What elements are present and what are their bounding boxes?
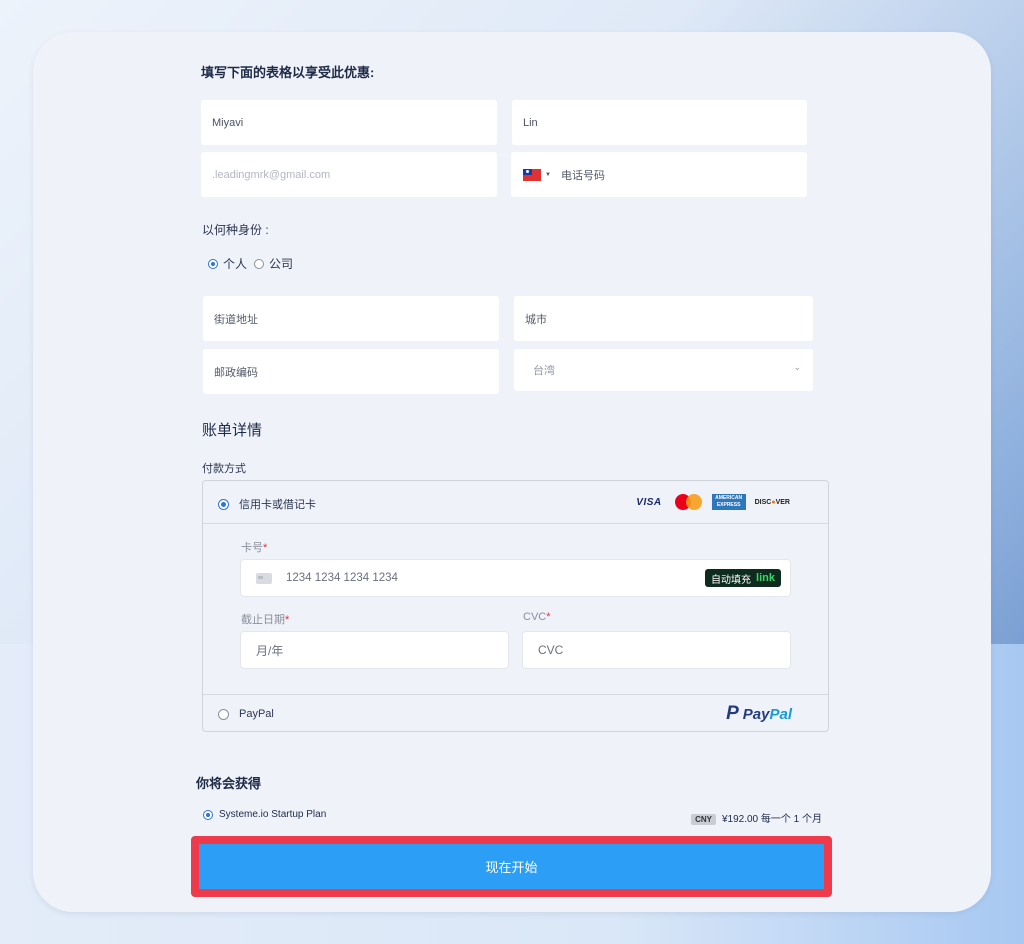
country-select[interactable]: 台湾 ⌄ bbox=[514, 349, 813, 391]
card-option-label: 信用卡或借记卡 bbox=[239, 499, 316, 511]
card-brands: VISA AMERICAN EXPRESS DISC●VER bbox=[636, 492, 790, 512]
billing-title: 账单详情 bbox=[202, 422, 263, 439]
price-text: ¥192.00 每一个 1 个月 bbox=[721, 814, 822, 825]
expiry-input[interactable]: 月/年 bbox=[240, 631, 509, 669]
card-number-label: 卡号* bbox=[241, 542, 268, 554]
currency-badge: CNY bbox=[691, 813, 716, 825]
last-name-input[interactable]: Lin bbox=[512, 100, 807, 145]
identity-label: 以何种身份 : bbox=[202, 223, 269, 237]
plan-name: Systeme.io Startup Plan bbox=[219, 809, 327, 820]
visa-icon: VISA bbox=[636, 496, 662, 508]
link-logo: link bbox=[756, 572, 775, 584]
mastercard-icon bbox=[674, 493, 703, 511]
discover-icon: DISC●VER bbox=[754, 498, 790, 506]
country-value: 台湾 bbox=[533, 365, 555, 377]
identity-options: 个人 公司 bbox=[208, 255, 293, 272]
postal-code-input[interactable]: 邮政编码 bbox=[203, 349, 499, 394]
divider bbox=[203, 523, 828, 524]
start-now-button[interactable]: 现在开始 bbox=[199, 844, 824, 889]
divider bbox=[203, 694, 828, 695]
paypal-option-label: PayPal bbox=[239, 708, 274, 720]
paypal-option[interactable]: PayPal bbox=[218, 708, 274, 720]
paypal-radio[interactable] bbox=[218, 708, 229, 720]
flag-icon[interactable] bbox=[523, 168, 541, 181]
payment-methods-box: 信用卡或借记卡 VISA AMERICAN EXPRESS DISC●VER 卡号… bbox=[202, 480, 829, 732]
card-radio[interactable] bbox=[218, 498, 229, 510]
form-intro: 填写下面的表格以享受此优惠: bbox=[201, 65, 375, 80]
street-input[interactable]: 街道地址 bbox=[203, 296, 499, 341]
paypal-logo: P Pay Pal bbox=[726, 703, 792, 724]
identity-radio-individual[interactable] bbox=[208, 258, 218, 269]
phone-placeholder: 电话号码 bbox=[560, 169, 605, 182]
identity-option-company: 公司 bbox=[269, 257, 294, 271]
paypal-p-icon: P bbox=[726, 703, 739, 724]
phone-input[interactable]: ▼ 电话号码 bbox=[511, 152, 807, 197]
city-input[interactable]: 城市 bbox=[514, 296, 813, 341]
chevron-down-icon: ⌄ bbox=[793, 362, 801, 372]
card-number-input[interactable]: 1234 1234 1234 1234 自动填充 link bbox=[240, 559, 791, 597]
expiry-label: 截止日期* bbox=[241, 614, 290, 626]
summary-title: 你将会获得 bbox=[196, 776, 262, 791]
card-number-placeholder: 1234 1234 1234 1234 bbox=[286, 572, 398, 584]
checkout-card: 填写下面的表格以享受此优惠: Miyavi Lin .leadingmrk@gm… bbox=[33, 32, 991, 912]
cta-highlight: 现在开始 bbox=[191, 836, 832, 897]
cvc-input[interactable]: CVC bbox=[522, 631, 791, 669]
email-input[interactable]: .leadingmrk@gmail.com bbox=[201, 152, 497, 197]
payment-method-label: 付款方式 bbox=[202, 463, 246, 475]
plan-item[interactable]: Systeme.io Startup Plan bbox=[203, 809, 326, 820]
cvc-label: CVC* bbox=[523, 611, 551, 623]
card-option[interactable]: 信用卡或借记卡 bbox=[218, 496, 316, 512]
card-icon bbox=[256, 572, 272, 584]
identity-radio-company[interactable] bbox=[254, 258, 265, 269]
plan-price: CNY ¥192.00 每一个 1 个月 bbox=[691, 810, 822, 825]
link-autofill-button[interactable]: 自动填充 link bbox=[705, 569, 781, 587]
identity-option-individual: 个人 bbox=[223, 257, 248, 271]
amex-icon: AMERICAN EXPRESS bbox=[711, 494, 746, 510]
plan-radio[interactable] bbox=[203, 809, 213, 820]
first-name-input[interactable]: Miyavi bbox=[201, 100, 497, 145]
chevron-down-icon[interactable]: ▼ bbox=[545, 172, 551, 178]
